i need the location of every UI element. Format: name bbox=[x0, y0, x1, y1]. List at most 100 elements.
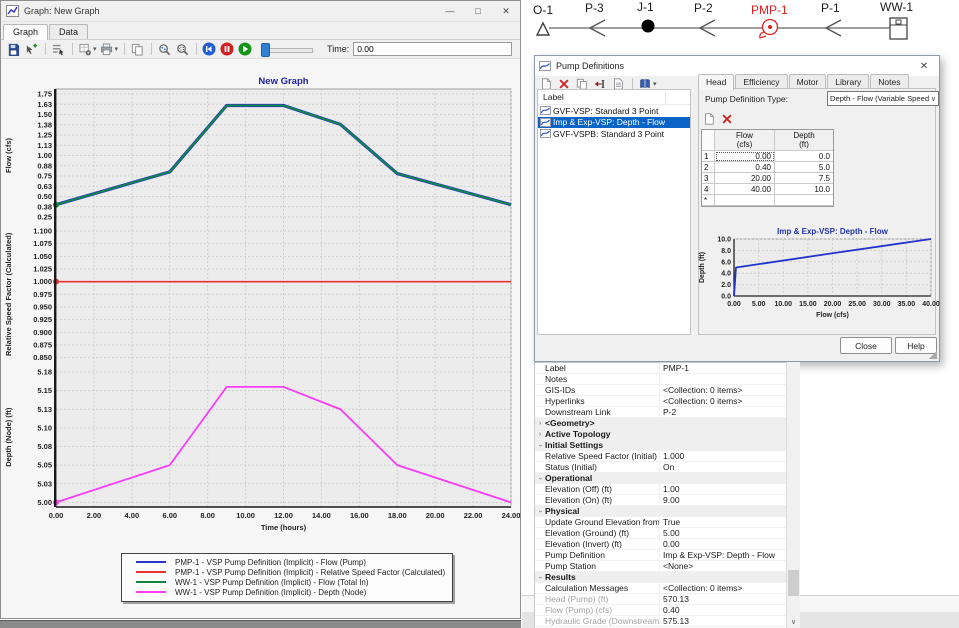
table-cell[interactable] bbox=[775, 195, 833, 206]
pump-definition-icon bbox=[540, 118, 551, 127]
svg-text:30.00: 30.00 bbox=[873, 301, 891, 308]
svg-text:0.88: 0.88 bbox=[37, 161, 52, 170]
link-label-p1[interactable]: P-1 bbox=[821, 1, 840, 15]
expand-chevron-icon[interactable]: › bbox=[535, 508, 545, 515]
svg-text:10.0: 10.0 bbox=[717, 237, 731, 244]
svg-text:5.00: 5.00 bbox=[752, 301, 766, 308]
property-section-row[interactable]: ›Physical bbox=[535, 506, 786, 517]
pump-definition-item[interactable]: GVF-VSPB: Standard 3 Point bbox=[538, 128, 690, 140]
scroll-down-icon[interactable]: ∨ bbox=[787, 615, 800, 628]
property-value[interactable]: 575.13 bbox=[660, 616, 786, 626]
table-cell[interactable]: 5.0 bbox=[775, 162, 833, 173]
close-icon[interactable]: ✕ bbox=[909, 56, 939, 76]
main-chart[interactable]: 0.002.004.006.008.0010.0012.0014.0016.00… bbox=[1, 54, 522, 551]
table-row: 10.000.0 bbox=[702, 151, 833, 162]
close-button[interactable]: Close bbox=[840, 337, 892, 354]
property-row: Status (Initial)On bbox=[535, 462, 786, 473]
properties-scrollbar[interactable]: ∨ bbox=[786, 362, 800, 628]
property-value[interactable]: 1.00 bbox=[660, 484, 786, 494]
property-value[interactable]: Imp & Exp-VSP: Depth - Flow bbox=[660, 550, 786, 560]
tab-head[interactable]: Head bbox=[698, 74, 734, 90]
maximize-icon[interactable]: □ bbox=[464, 2, 492, 20]
tab-efficiency[interactable]: Efficiency bbox=[735, 74, 787, 89]
scrollbar-thumb[interactable] bbox=[788, 570, 799, 596]
property-value[interactable]: 570.13 bbox=[660, 594, 786, 604]
new-row-icon[interactable] bbox=[701, 112, 717, 126]
pump-icon[interactable] bbox=[760, 20, 778, 39]
junction-icon[interactable] bbox=[642, 20, 655, 33]
property-value[interactable]: True bbox=[660, 517, 786, 527]
property-row: Pump Station<None> bbox=[535, 561, 786, 572]
property-value[interactable]: 0.40 bbox=[660, 605, 786, 615]
table-cell[interactable]: 7.5 bbox=[775, 173, 833, 184]
tab-notes[interactable]: Notes bbox=[870, 74, 908, 89]
node-label-pmp1[interactable]: PMP-1 bbox=[751, 3, 788, 17]
list-header-label: Label bbox=[543, 92, 564, 102]
expand-chevron-icon[interactable]: › bbox=[535, 420, 545, 427]
property-value[interactable]: On bbox=[660, 462, 786, 472]
table-cell[interactable]: 40.00 bbox=[715, 184, 775, 195]
node-label-j1[interactable]: J-1 bbox=[637, 0, 654, 14]
expand-chevron-icon[interactable]: › bbox=[535, 475, 545, 482]
pump-definitions-title: Pump Definitions bbox=[556, 61, 909, 71]
graph-window-titlebar[interactable]: Graph: New Graph — □ ✕ bbox=[1, 1, 520, 22]
svg-text:1.25: 1.25 bbox=[37, 131, 52, 140]
svg-text:40.00: 40.00 bbox=[922, 301, 940, 308]
tab-graph[interactable]: Graph bbox=[3, 24, 48, 40]
tab-library[interactable]: Library bbox=[827, 74, 869, 89]
close-icon[interactable]: ✕ bbox=[492, 2, 520, 20]
link-label-p2[interactable]: P-2 bbox=[694, 1, 713, 15]
property-value[interactable]: <Collection: 0 items> bbox=[660, 396, 786, 406]
property-value[interactable]: 5.00 bbox=[660, 528, 786, 538]
node-label-o1[interactable]: O-1 bbox=[533, 3, 553, 17]
pump-definition-label: Imp & Exp-VSP: Depth - Flow bbox=[553, 117, 665, 127]
property-value[interactable]: <Collection: 0 items> bbox=[660, 385, 786, 395]
expand-chevron-icon[interactable]: › bbox=[535, 431, 545, 438]
property-section-row[interactable]: ›Results bbox=[535, 572, 786, 583]
delete-row-icon[interactable] bbox=[719, 112, 735, 126]
pump-definition-label: GVF-VSP: Standard 3 Point bbox=[553, 106, 658, 116]
property-row: Elevation (Ground) (ft)5.00 bbox=[535, 528, 786, 539]
table-cell[interactable] bbox=[715, 195, 775, 206]
pump-definition-item[interactable]: GVF-VSP: Standard 3 Point bbox=[538, 105, 690, 117]
property-value[interactable]: 0.00 bbox=[660, 539, 786, 549]
list-header[interactable]: Label bbox=[538, 90, 690, 105]
outfall-icon[interactable] bbox=[537, 23, 549, 35]
property-label: Elevation (On) (ft) bbox=[545, 495, 660, 505]
link-label-p3[interactable]: P-3 bbox=[585, 1, 604, 15]
table-cell[interactable]: 0.0 bbox=[775, 151, 833, 162]
table-cell[interactable]: 10.0 bbox=[775, 184, 833, 195]
node-label-ww1[interactable]: WW-1 bbox=[880, 0, 913, 14]
table-cell[interactable]: 0.40 bbox=[715, 162, 775, 173]
wet-well-icon[interactable] bbox=[890, 18, 907, 39]
minimize-icon[interactable]: — bbox=[436, 2, 464, 20]
chevron-down-icon[interactable]: ▾ bbox=[653, 80, 657, 88]
chevron-down-icon[interactable]: ▾ bbox=[93, 45, 97, 53]
property-value[interactable]: 9.00 bbox=[660, 495, 786, 505]
property-value[interactable]: 1.000 bbox=[660, 451, 786, 461]
property-value[interactable]: <None> bbox=[660, 561, 786, 571]
property-value[interactable]: P-2 bbox=[660, 407, 786, 417]
table-cell[interactable]: 20.00 bbox=[715, 173, 775, 184]
row-number-cell: 2 bbox=[702, 162, 715, 173]
tab-motor[interactable]: Motor bbox=[789, 74, 827, 89]
expand-chevron-icon[interactable]: › bbox=[535, 442, 545, 449]
property-value[interactable]: PMP-1 bbox=[660, 363, 786, 373]
property-label: Elevation (Invert) (ft) bbox=[545, 539, 660, 549]
property-value[interactable]: <Collection: 0 items> bbox=[660, 583, 786, 593]
property-section-row[interactable]: ›Operational bbox=[535, 473, 786, 484]
pump-definition-item[interactable]: Imp & Exp-VSP: Depth - Flow bbox=[538, 117, 690, 129]
svg-text:0.925: 0.925 bbox=[33, 315, 52, 324]
chevron-down-icon[interactable]: ▾ bbox=[115, 45, 119, 53]
property-section-row[interactable]: ›Active Topology bbox=[535, 429, 786, 440]
svg-text:18.00: 18.00 bbox=[388, 511, 407, 520]
tab-data[interactable]: Data bbox=[49, 24, 88, 39]
column-divider[interactable] bbox=[665, 91, 666, 103]
pump-definition-type-select[interactable]: Depth - Flow (Variable Speed) (Type ∨ bbox=[827, 91, 939, 106]
property-section-row[interactable]: ›<Geometry> bbox=[535, 418, 786, 429]
property-label: Update Ground Elevation from Te bbox=[545, 517, 660, 527]
resize-grip[interactable] bbox=[929, 351, 937, 359]
expand-chevron-icon[interactable]: › bbox=[535, 574, 545, 581]
property-section-row[interactable]: ›Initial Settings bbox=[535, 440, 786, 451]
table-cell[interactable]: 0.00 bbox=[715, 151, 775, 162]
